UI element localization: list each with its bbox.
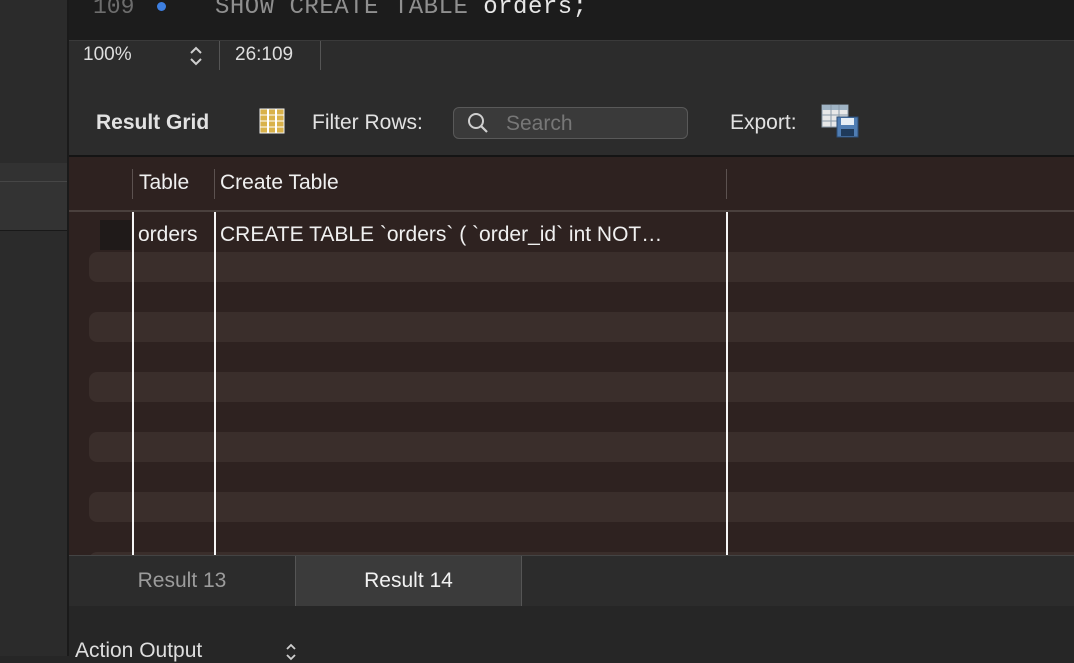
empty-row — [89, 432, 1074, 462]
column-separator[interactable] — [214, 169, 215, 199]
filter-search-field[interactable] — [453, 107, 688, 139]
sidebar-band — [0, 163, 67, 182]
left-sidebar — [0, 0, 67, 656]
column-separator[interactable] — [132, 169, 133, 199]
sql-statement[interactable]: SHOW CREATE TABLE orders; — [215, 0, 588, 21]
export-label: Export: — [730, 111, 797, 134]
filter-rows-label: Filter Rows: — [312, 111, 423, 134]
statement-marker-icon — [157, 2, 166, 11]
grid-view-icon[interactable] — [259, 108, 285, 134]
sidebar-band — [0, 182, 67, 231]
column-divider — [726, 212, 728, 555]
result-tabs: Result 13 Result 14 — [69, 555, 1074, 607]
chevron-updown-icon[interactable] — [285, 642, 297, 662]
column-divider — [214, 212, 216, 555]
cursor-position: 26:109 — [235, 44, 294, 65]
zoom-stepper-icon[interactable] — [189, 45, 203, 67]
search-icon — [468, 113, 488, 133]
column-header-create-table[interactable]: Create Table — [220, 171, 339, 195]
tab-result-14[interactable]: Result 14 — [296, 556, 522, 606]
zoom-level[interactable]: 100% — [83, 44, 132, 66]
divider — [320, 41, 321, 70]
export-table-icon[interactable] — [821, 104, 859, 138]
row-selector[interactable] — [100, 220, 131, 250]
action-output-selector[interactable]: Action Output — [75, 639, 202, 663]
sql-keyword: SHOW CREATE TABLE — [215, 0, 469, 21]
column-divider — [132, 212, 134, 555]
line-number: 109 — [93, 0, 135, 20]
search-input[interactable] — [504, 111, 678, 137]
column-separator[interactable] — [726, 169, 727, 199]
empty-row — [89, 492, 1074, 522]
editor-status-bar: 100% 26:109 — [69, 41, 1074, 70]
tab-result-13[interactable]: Result 13 — [69, 556, 296, 606]
column-header-table[interactable]: Table — [139, 171, 189, 195]
divider — [219, 41, 220, 70]
table-cell-table[interactable]: orders — [138, 223, 198, 247]
grid-header: Table Create Table — [69, 157, 1074, 212]
sql-identifier: orders; — [483, 0, 588, 21]
empty-row — [89, 312, 1074, 342]
result-grid[interactable]: Table Create Table orders CREATE TABLE `… — [69, 157, 1074, 555]
table-cell-create-table[interactable]: CREATE TABLE `orders` ( `order_id` int N… — [220, 223, 662, 247]
result-grid-label: Result Grid — [96, 111, 210, 134]
action-output-panel: Action Output — [69, 606, 1074, 662]
empty-row — [89, 372, 1074, 402]
sql-editor[interactable]: 109 SHOW CREATE TABLE orders; — [69, 0, 1074, 41]
result-toolbar: Result Grid Filter Rows: Export: — [69, 70, 1074, 155]
empty-row — [89, 252, 1074, 282]
